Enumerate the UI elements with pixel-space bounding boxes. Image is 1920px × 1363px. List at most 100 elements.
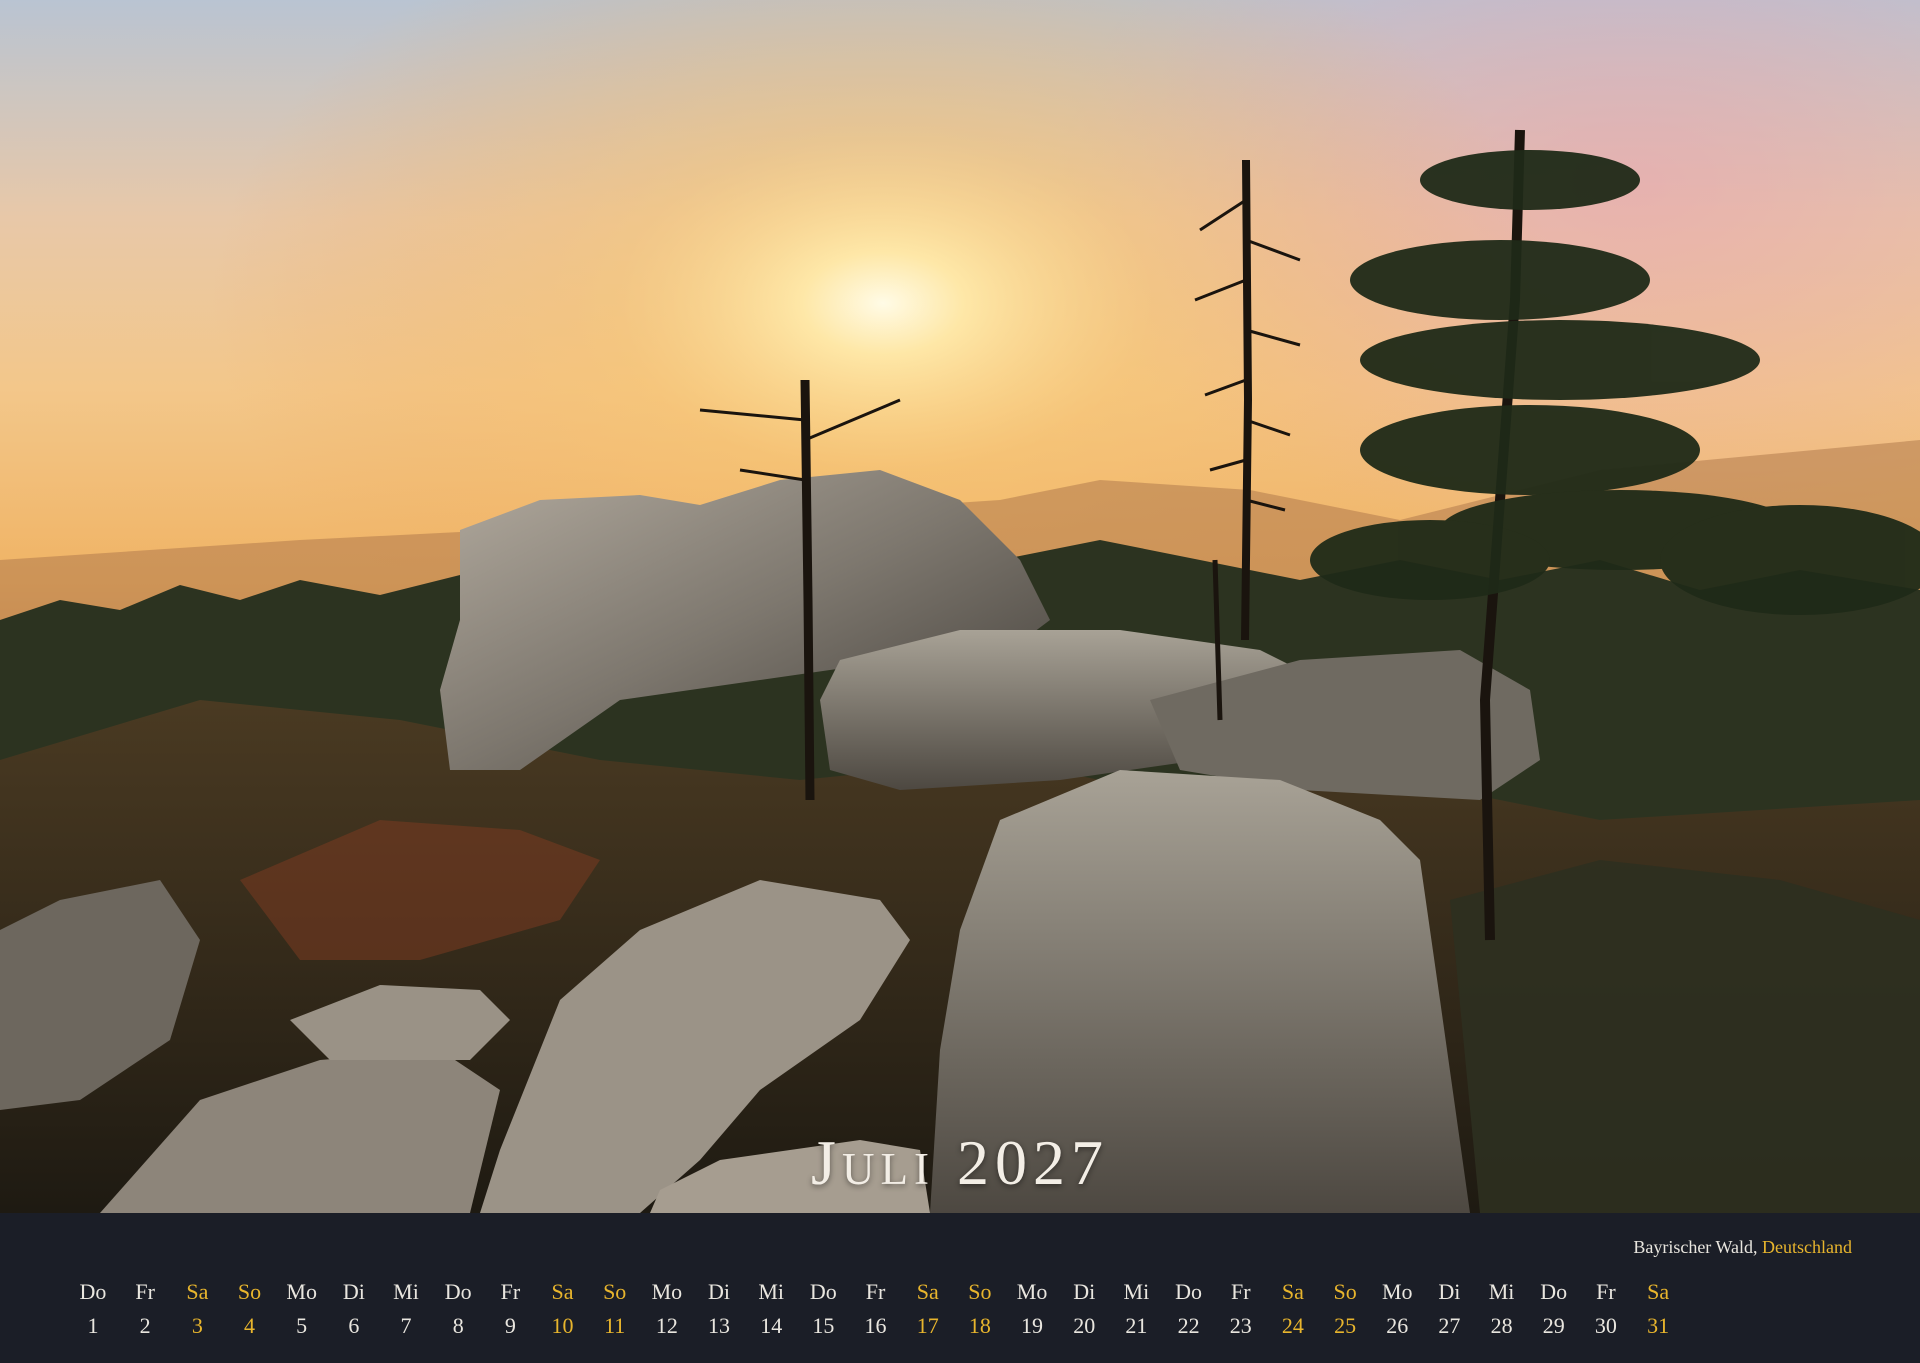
day-column: Fr 23 xyxy=(1213,1278,1269,1340)
weekday-label: Fr xyxy=(500,1279,521,1304)
day-column: So 18 xyxy=(952,1278,1008,1340)
day-column: Fr 30 xyxy=(1578,1278,1634,1340)
weekday-label: Do xyxy=(79,1279,107,1304)
weekday-label: Do xyxy=(809,1279,837,1304)
date-number: 12 xyxy=(655,1313,678,1338)
date-number: 31 xyxy=(1647,1313,1670,1338)
weekday-label: Fr xyxy=(865,1279,886,1304)
weekday-label: Fr xyxy=(1596,1279,1616,1304)
day-column: Mi 7 xyxy=(378,1278,434,1340)
day-column: So 11 xyxy=(587,1278,643,1340)
date-number: 15 xyxy=(812,1313,835,1338)
date-number: 2 xyxy=(139,1313,151,1338)
day-column: Fr 2 xyxy=(117,1278,173,1340)
year: 2027 xyxy=(956,1127,1109,1198)
date-number: 23 xyxy=(1229,1313,1252,1338)
date-number: 5 xyxy=(296,1313,308,1338)
day-column: Sa 17 xyxy=(900,1278,956,1340)
day-column: Do 29 xyxy=(1526,1278,1582,1340)
weekday-label: Di xyxy=(708,1279,731,1304)
caption-country: Deutschland xyxy=(1762,1237,1852,1257)
weekday-label: Sa xyxy=(916,1279,939,1304)
day-column: Sa 3 xyxy=(169,1278,225,1340)
day-column: Sa 24 xyxy=(1265,1278,1321,1340)
date-number: 24 xyxy=(1281,1313,1304,1338)
date-number: 17 xyxy=(916,1313,939,1338)
weekday-label: Fr xyxy=(135,1279,155,1304)
date-number: 9 xyxy=(504,1313,516,1338)
day-column: Mo 5 xyxy=(274,1278,330,1340)
weekday-label: So xyxy=(968,1279,992,1304)
date-number: 18 xyxy=(968,1313,991,1338)
date-number: 3 xyxy=(191,1313,203,1338)
calendar-page: Juli 2027 Bayrischer Wald, Deutschland D… xyxy=(0,0,1920,1363)
date-number: 28 xyxy=(1490,1313,1513,1338)
weekday-label: Sa xyxy=(1647,1279,1670,1304)
date-number: 29 xyxy=(1542,1313,1565,1338)
landscape-photo xyxy=(0,0,1920,1213)
month-name: Juli xyxy=(811,1127,935,1198)
date-number: 25 xyxy=(1334,1313,1357,1338)
month-title: Juli 2027 xyxy=(0,1124,1920,1202)
day-column: Di 13 xyxy=(691,1278,747,1340)
date-number: 1 xyxy=(87,1313,99,1338)
date-number: 21 xyxy=(1125,1313,1148,1338)
weekday-label: So xyxy=(237,1279,262,1304)
day-column: Sa 10 xyxy=(535,1278,591,1340)
weekday-label: Fr xyxy=(1230,1279,1251,1304)
date-number: 20 xyxy=(1073,1313,1096,1338)
day-column: Do 1 xyxy=(65,1278,121,1340)
weekday-label: Mi xyxy=(1123,1279,1150,1304)
photo-caption: Bayrischer Wald, Deutschland xyxy=(1633,1237,1852,1258)
day-column: Fr 16 xyxy=(848,1278,904,1340)
date-number: 13 xyxy=(708,1313,731,1338)
day-grid: Do 1 Fr 2 Sa 3 So 4 Mo 5 Di 6 Mi 7 Do 8 Fr 9 Sa 10 So 11 Mo 12 D… xyxy=(0,1278,1920,1348)
weekday-label: Do xyxy=(1540,1279,1568,1304)
day-column: Do 15 xyxy=(795,1278,851,1340)
weekday-label: Mi xyxy=(758,1279,785,1304)
day-column: Di 6 xyxy=(326,1278,382,1340)
date-number: 4 xyxy=(244,1313,255,1338)
weekday-label: Do xyxy=(1175,1279,1202,1304)
caption-location: Bayrischer Wald, xyxy=(1633,1237,1758,1257)
weekday-label: Di xyxy=(342,1279,365,1304)
date-number: 16 xyxy=(864,1313,887,1338)
weekday-label: Mi xyxy=(1488,1279,1515,1304)
date-number: 30 xyxy=(1594,1313,1617,1338)
day-column: Mi 14 xyxy=(743,1278,799,1340)
day-column: Mi 28 xyxy=(1474,1278,1530,1340)
date-number: 6 xyxy=(348,1313,360,1338)
weekday-label: Mo xyxy=(1381,1279,1413,1304)
date-number: 10 xyxy=(551,1313,574,1338)
weekday-label: Di xyxy=(1073,1279,1096,1304)
day-column: Di 27 xyxy=(1421,1278,1477,1340)
date-number: 27 xyxy=(1438,1313,1461,1338)
date-number: 22 xyxy=(1177,1313,1200,1338)
weekday-label: Sa xyxy=(186,1279,209,1304)
day-column: Mi 21 xyxy=(1108,1278,1164,1340)
day-column: Do 22 xyxy=(1161,1278,1217,1340)
day-column: Sa 31 xyxy=(1630,1278,1686,1340)
date-number: 26 xyxy=(1386,1313,1409,1338)
weekday-label: Di xyxy=(1438,1279,1461,1304)
day-column: So 25 xyxy=(1317,1278,1373,1340)
weekday-label: Sa xyxy=(1281,1279,1304,1304)
date-number: 19 xyxy=(1021,1313,1044,1338)
weekday-label: So xyxy=(1333,1279,1357,1304)
day-column: Mo 12 xyxy=(639,1278,695,1340)
weekday-label: Mo xyxy=(1016,1279,1048,1304)
date-number: 7 xyxy=(400,1313,412,1338)
day-column: Mo 26 xyxy=(1369,1278,1425,1340)
weekday-label: Mi xyxy=(393,1279,419,1304)
weekday-label: So xyxy=(603,1279,627,1304)
date-number: 14 xyxy=(760,1313,783,1338)
date-number: 8 xyxy=(452,1313,464,1338)
weekday-label: Mo xyxy=(651,1279,683,1304)
date-number: 11 xyxy=(604,1313,626,1338)
day-column: Do 8 xyxy=(430,1278,486,1340)
day-column: Fr 9 xyxy=(482,1278,538,1340)
day-column: So 4 xyxy=(222,1278,278,1340)
day-column: Mo 19 xyxy=(1004,1278,1060,1340)
day-column: Di 20 xyxy=(1056,1278,1112,1340)
weekday-label: Mo xyxy=(286,1279,317,1304)
